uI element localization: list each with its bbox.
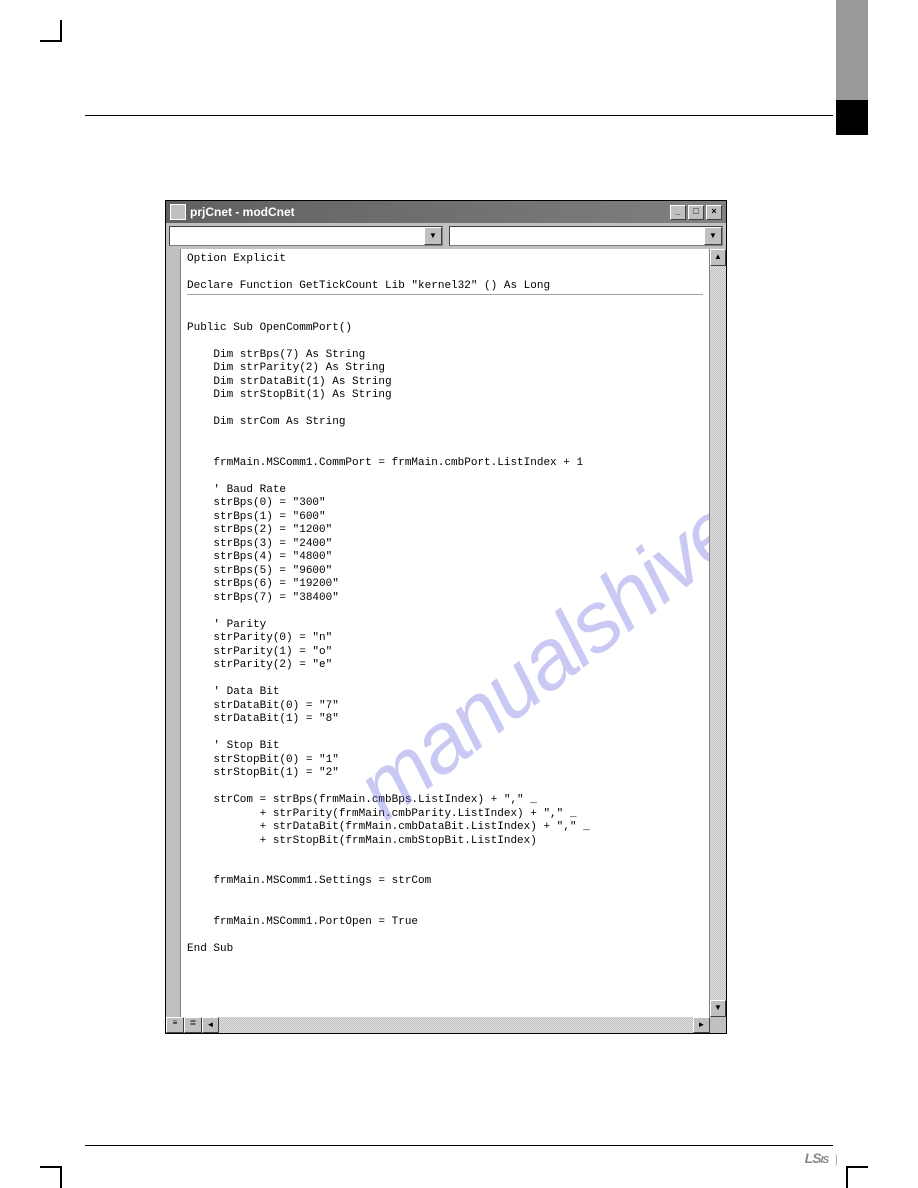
crop-mark-bottom-right [846,1166,868,1188]
vertical-scrollbar[interactable]: ▲ ▼ [709,249,726,1017]
minimize-button[interactable]: _ [670,205,686,220]
object-proc-dropdowns: ▼ ▼ [166,223,726,249]
footer-logo: LSIS [805,1150,828,1166]
object-dropdown[interactable]: ▼ [169,226,443,246]
crop-mark-bottom-left [40,1166,62,1188]
code-body: Public Sub OpenCommPort() Dim strBps(7) … [187,322,590,955]
close-button[interactable]: × [706,205,722,220]
bottom-controls: ≡ ≣ ◄ ► [166,1017,726,1033]
scroll-right-button[interactable]: ► [693,1017,710,1033]
procedure-view-button[interactable]: ≡ [166,1017,184,1033]
code-declarations-2: Declare Function GetTickCount Lib "kerne… [187,280,703,295]
horizontal-scrollbar[interactable]: ◄ ► [202,1017,710,1033]
page-tab-gray [836,0,868,100]
window-title: prjCnet - modCnet [190,205,670,219]
code-area-wrap: Option Explicit Declare Function GetTick… [166,249,726,1017]
dropdown-arrow-icon: ▼ [424,227,442,245]
scroll-track[interactable] [710,266,726,1000]
maximize-button[interactable]: □ [688,205,704,220]
margin-indicator [166,249,181,1017]
crop-mark-top-left [40,20,62,42]
logo-suffix: IS [821,1155,828,1166]
scroll-corner [710,1017,726,1033]
full-module-view-button[interactable]: ≣ [184,1017,202,1033]
footer-separator: | [835,1152,838,1166]
dropdown-arrow-icon: ▼ [704,227,722,245]
footer-rule [85,1145,833,1146]
window-titlebar[interactable]: prjCnet - modCnet _ □ × [166,201,726,223]
scroll-up-button[interactable]: ▲ [710,249,726,266]
code-declarations-1: Option Explicit [187,253,286,265]
procedure-dropdown[interactable]: ▼ [449,226,723,246]
scroll-down-button[interactable]: ▼ [710,1000,726,1017]
scroll-left-button[interactable]: ◄ [202,1017,219,1033]
code-text-area[interactable]: Option Explicit Declare Function GetTick… [181,249,709,1017]
code-editor-window: prjCnet - modCnet _ □ × ▼ ▼ Option Expli… [165,200,727,1034]
header-rule [85,115,833,116]
page-tab-black [836,100,868,135]
window-icon [170,204,186,220]
hscroll-track[interactable] [219,1017,693,1033]
logo-main: LS [805,1150,821,1166]
